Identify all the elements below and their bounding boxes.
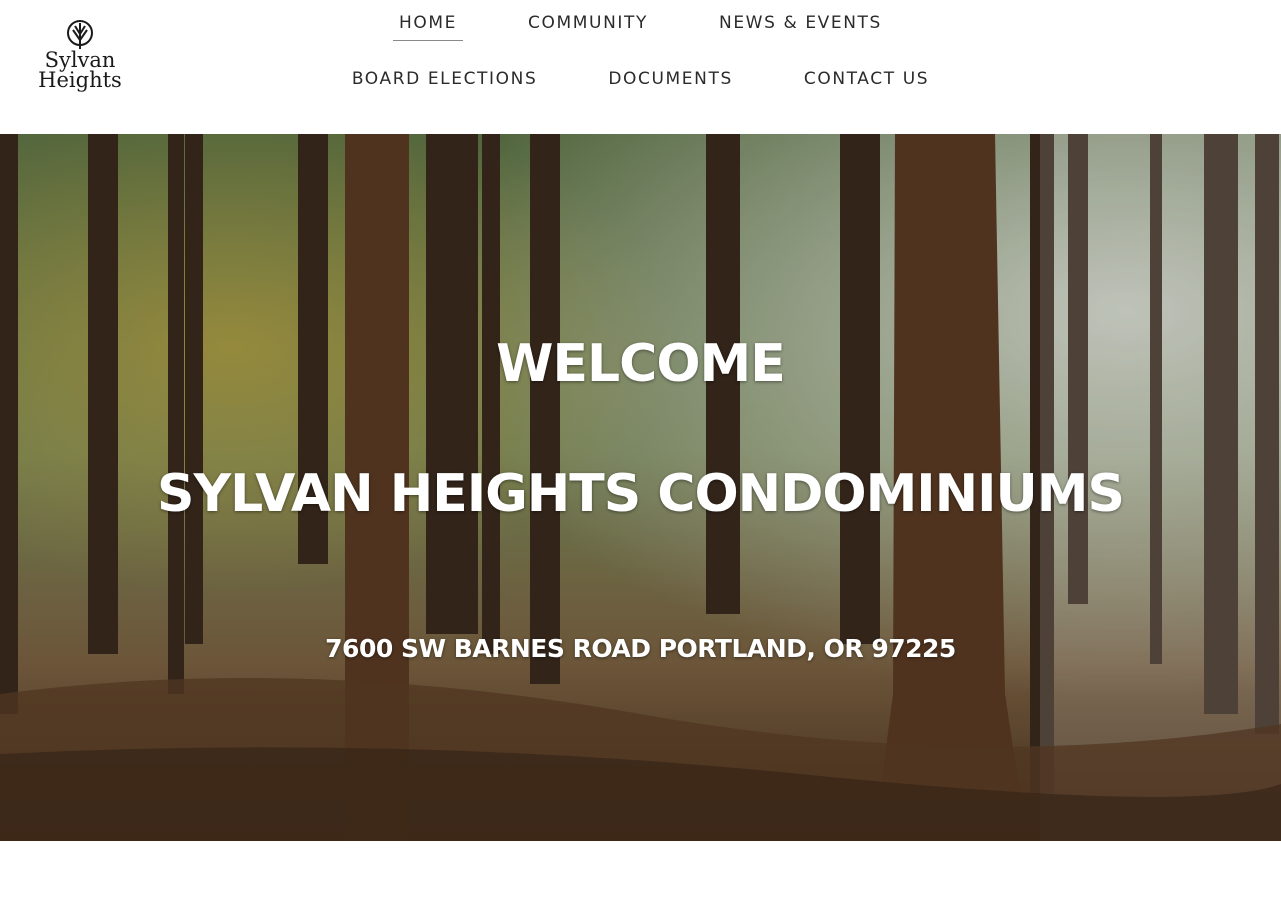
nav-item-home[interactable]: HOME [393,13,464,41]
nav-item-contact-us[interactable]: CONTACT US [798,69,935,96]
nav-item-documents[interactable]: DOCUMENTS [602,69,739,96]
logo-text-line1: Sylvan [44,48,116,72]
nav-item-community[interactable]: COMMUNITY [522,13,654,40]
hero-title: WELCOME [496,334,786,394]
hero-subtitle: SYLVAN HEIGHTS CONDOMINIUMS [157,464,1125,524]
nav-item-news-events[interactable]: NEWS & EVENTS [713,13,888,40]
hero-address: 7600 SW BARNES ROAD PORTLAND, OR 97225 [325,634,956,663]
hero-banner: WELCOME SYLVAN HEIGHTS CONDOMINIUMS 7600… [0,134,1281,841]
site-header: Sylvan Heights HOME COMMUNITY NEWS & EVE… [0,0,1281,134]
nav-item-board-elections[interactable]: BOARD ELECTIONS [346,69,544,96]
main-nav-row1: HOME COMMUNITY NEWS & EVENTS [0,13,1281,41]
main-nav-row2: BOARD ELECTIONS DOCUMENTS CONTACT US [0,69,1281,96]
